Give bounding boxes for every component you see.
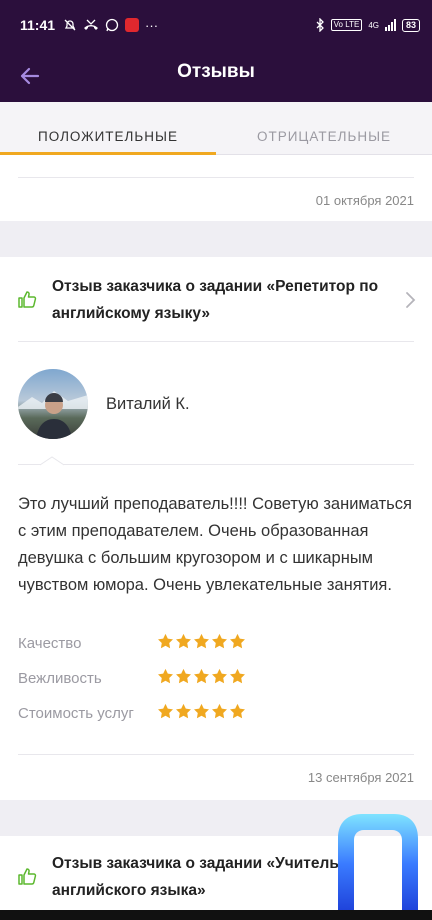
star-icon: [230, 703, 245, 719]
review-text: Это лучший преподаватель!!!! Советую зан…: [18, 495, 412, 594]
divider: [18, 464, 414, 465]
star-icon: [194, 703, 209, 719]
status-time: 11:41: [20, 17, 56, 33]
thumbs-up-icon: [18, 291, 37, 308]
rating-label-quality: Качество: [18, 635, 82, 652]
star-icon: [212, 703, 227, 719]
star-icon: [194, 668, 209, 684]
divider: [18, 341, 414, 342]
overlay-logo-icon: [338, 814, 418, 914]
signal-icon: [384, 19, 396, 31]
thumbs-up-icon: [18, 868, 37, 885]
star-icon: [176, 668, 191, 684]
status-system-icons: Vo LTE 4G 83: [315, 18, 420, 32]
tab-negative[interactable]: ОТРИЦАТЕЛЬНЫЕ: [216, 102, 432, 155]
star-icon: [212, 668, 227, 684]
divider: [18, 754, 414, 755]
star-icon: [230, 633, 245, 649]
rating-label-price: Стоимость услуг: [18, 705, 134, 722]
status-bar: 11:41 ··· Vo LTE 4G 83: [0, 0, 432, 50]
battery-icon: 83: [401, 18, 420, 32]
review-card-previous: 01 октября 2021: [0, 155, 432, 221]
review-card: Отзыв заказчика о задании «Репетитор по …: [0, 257, 432, 800]
review-tabs: ПОЛОЖИТЕЛЬНЫЕ ОТРИЦАТЕЛЬНЫЕ: [0, 102, 432, 155]
rating-label-politeness: Вежливость: [18, 670, 102, 687]
star-icon: [176, 633, 191, 649]
star-icon: [194, 633, 209, 649]
missed-call-icon: [84, 19, 99, 30]
system-nav-bar: [0, 910, 432, 920]
tab-positive[interactable]: ПОЛОЖИТЕЛЬНЫЕ: [0, 102, 216, 155]
star-icon: [212, 633, 227, 649]
review-date: 01 октября 2021: [315, 193, 414, 208]
more-notifications-icon: ···: [145, 17, 159, 33]
rating-stars-politeness: [157, 668, 246, 685]
app-notification-icon: [125, 18, 140, 32]
review-task-title[interactable]: Отзыв заказчика о задании «Репетитор по …: [52, 273, 392, 327]
rating-stars-quality: [157, 633, 246, 650]
bluetooth-icon: [316, 18, 324, 32]
speech-pointer: [40, 456, 64, 466]
bell-muted-icon: [64, 19, 76, 31]
status-notification-icons: ···: [63, 18, 158, 33]
review-date: 13 сентября 2021: [307, 770, 414, 785]
whatsapp-icon: [105, 18, 119, 32]
page-title: Отзывы: [177, 61, 255, 82]
star-icon: [176, 703, 191, 719]
avatar[interactable]: [18, 369, 88, 439]
star-icon: [158, 668, 173, 684]
star-icon: [230, 668, 245, 684]
chevron-right-icon[interactable]: [404, 291, 416, 309]
rating-stars-price: [157, 703, 246, 720]
reviewer-name[interactable]: Виталий К.: [106, 395, 190, 414]
volte-icon: Vo LTE: [330, 19, 363, 31]
network-type-label: 4G: [368, 20, 379, 30]
divider: [18, 177, 414, 178]
star-icon: [158, 703, 173, 719]
star-icon: [158, 633, 173, 649]
app-header: Отзывы: [0, 50, 432, 102]
